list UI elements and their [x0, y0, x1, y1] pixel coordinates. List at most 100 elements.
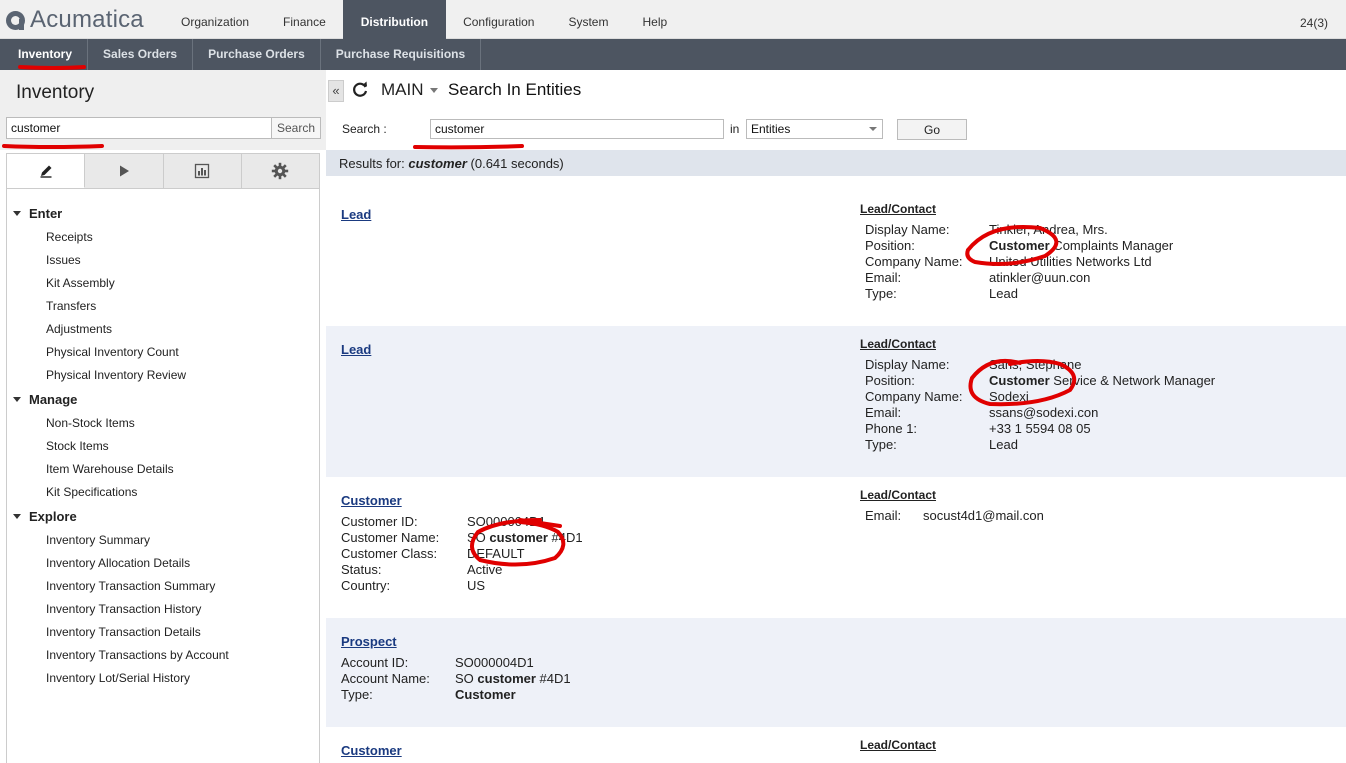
field-label: Display Name:: [865, 222, 950, 237]
field-label: Email:: [865, 270, 902, 285]
nav-item-inventory-transactions-by-account[interactable]: Inventory Transactions by Account: [46, 648, 229, 662]
entity-select-value: Entities: [751, 122, 791, 136]
top-menu-help[interactable]: Help: [625, 0, 684, 39]
field-value: socust4d1@mail.con: [923, 508, 1044, 523]
result-link[interactable]: Prospect: [341, 634, 397, 649]
field-value: ssans@sodexi.con: [989, 405, 1099, 420]
field-label: Country:: [341, 578, 391, 593]
field-label: Email:: [865, 508, 902, 523]
top-menu-system[interactable]: System: [551, 0, 625, 39]
result-link[interactable]: Customer: [341, 493, 402, 508]
result-item: Lead Lead/Contact Display Name: Tinkler,…: [326, 176, 1346, 326]
top-menu: Organization Finance Distribution Config…: [164, 0, 684, 39]
nav-item-stock-items[interactable]: Stock Items: [46, 439, 109, 453]
go-button[interactable]: Go: [897, 119, 967, 140]
result-related-title[interactable]: Lead/Contact: [860, 738, 936, 752]
nav-item-kit-specifications[interactable]: Kit Specifications: [46, 485, 137, 499]
tab-reports[interactable]: [164, 154, 242, 188]
left-panel-header: Inventory Search: [0, 70, 326, 150]
field-value: Lead: [989, 437, 1018, 452]
notification-count[interactable]: 24(3): [1300, 16, 1328, 30]
nav-item-kit-assembly[interactable]: Kit Assembly: [46, 276, 115, 290]
result-related-title[interactable]: Lead/Contact: [860, 337, 936, 351]
result-related-title[interactable]: Lead/Contact: [860, 202, 936, 216]
collapse-panel-button[interactable]: «: [328, 80, 344, 102]
logo-text: Acumatica: [30, 6, 144, 33]
nav-item-physical-inventory-review[interactable]: Physical Inventory Review: [46, 368, 186, 382]
top-menu-organization[interactable]: Organization: [164, 0, 266, 39]
results-term: customer: [408, 156, 467, 171]
nav-item-inventory-transaction-history[interactable]: Inventory Transaction History: [46, 602, 201, 616]
field-label: Customer Class:: [341, 546, 438, 561]
field-value: Customer Complaints Manager: [989, 238, 1174, 253]
nav-group-explore[interactable]: Explore: [13, 509, 77, 524]
field-label: Type:: [865, 437, 897, 452]
field-value: SO000004D1: [455, 655, 534, 670]
search-label: Search :: [342, 122, 387, 136]
result-link[interactable]: Lead: [341, 207, 371, 222]
top-menu-distribution[interactable]: Distribution: [342, 0, 447, 39]
nav-group-manage[interactable]: Manage: [13, 392, 77, 407]
top-menu-finance[interactable]: Finance: [266, 0, 343, 39]
results-time: (0.641 seconds): [470, 156, 564, 171]
sub-menu-purchase-requisitions[interactable]: Purchase Requisitions: [321, 39, 482, 70]
nav-item-non-stock-items[interactable]: Non-Stock Items: [46, 416, 135, 430]
result-link[interactable]: Customer: [341, 743, 402, 758]
results-summary: Results for: customer (0.641 seconds): [326, 150, 1346, 176]
tab-processes[interactable]: [85, 154, 164, 188]
nav-item-physical-inventory-count[interactable]: Physical Inventory Count: [46, 345, 179, 359]
field-value: US: [467, 578, 486, 593]
result-link[interactable]: Lead: [341, 342, 371, 357]
tab-configuration[interactable]: [242, 154, 319, 188]
nav-group-enter[interactable]: Enter: [13, 206, 62, 221]
left-panel: Inventory Search Enter Receipts Issues K…: [0, 70, 326, 763]
result-item: Lead Lead/Contact Display Name: Sans, St…: [326, 326, 1346, 477]
sub-menu-inventory[interactable]: Inventory: [0, 39, 89, 70]
acumatica-logo[interactable]: Acumatica: [6, 6, 144, 34]
workspace-name[interactable]: MAIN: [381, 80, 424, 100]
field-label: Email:: [865, 405, 902, 420]
main-content: MAIN Search In Entities Search : in Enti…: [326, 70, 1346, 763]
field-value: Sodexi: [989, 389, 1029, 404]
field-value: Customer: [455, 687, 516, 702]
field-label: Company Name:: [865, 254, 963, 269]
field-label: Type:: [341, 687, 373, 702]
nav-item-issues[interactable]: Issues: [46, 253, 81, 267]
nav-item-inventory-transaction-summary[interactable]: Inventory Transaction Summary: [46, 579, 215, 593]
chevron-down-icon[interactable]: [430, 88, 438, 93]
nav-item-item-warehouse-details[interactable]: Item Warehouse Details: [46, 462, 174, 476]
refresh-icon[interactable]: [350, 79, 370, 99]
tab-data-entry[interactable]: [7, 154, 86, 188]
field-label: Type:: [865, 286, 897, 301]
top-bar: Acumatica Organization Finance Distribut…: [0, 0, 1346, 39]
nav-item-inventory-allocation-details[interactable]: Inventory Allocation Details: [46, 556, 190, 570]
field-value: DEFAULT: [467, 546, 525, 561]
field-value: +33 1 5594 08 05: [989, 421, 1091, 436]
field-label: Position:: [865, 238, 915, 253]
field-value: SO000004D1: [467, 514, 546, 529]
nav-item-inventory-lot-serial-history[interactable]: Inventory Lot/Serial History: [46, 671, 190, 685]
field-label: Customer Name:: [341, 530, 440, 545]
result-related-title[interactable]: Lead/Contact: [860, 488, 936, 502]
field-value: SO customer #4D1: [467, 530, 583, 545]
field-value: atinkler@uun.con: [989, 270, 1091, 285]
field-label: Status:: [341, 562, 382, 577]
nav-tabs: [6, 153, 320, 189]
entity-select[interactable]: Entities: [746, 119, 883, 139]
nav-item-adjustments[interactable]: Adjustments: [46, 322, 112, 336]
sub-menu-purchase-orders[interactable]: Purchase Orders: [193, 39, 321, 70]
nav-item-inventory-transaction-details[interactable]: Inventory Transaction Details: [46, 625, 201, 639]
field-label: Position:: [865, 373, 915, 388]
sub-menu-sales-orders[interactable]: Sales Orders: [88, 39, 194, 70]
result-item: Customer Lead/Contact: [326, 727, 1346, 763]
field-label: Account Name:: [341, 671, 430, 686]
caret-down-icon: [13, 397, 21, 402]
nav-search-button[interactable]: Search: [271, 117, 321, 139]
report-icon: [194, 163, 210, 179]
nav-item-transfers[interactable]: Transfers: [46, 299, 96, 313]
nav-search-input[interactable]: [6, 117, 272, 139]
nav-item-inventory-summary[interactable]: Inventory Summary: [46, 533, 150, 547]
top-menu-configuration[interactable]: Configuration: [446, 0, 551, 39]
nav-item-receipts[interactable]: Receipts: [46, 230, 93, 244]
entity-search-input[interactable]: [430, 119, 724, 139]
